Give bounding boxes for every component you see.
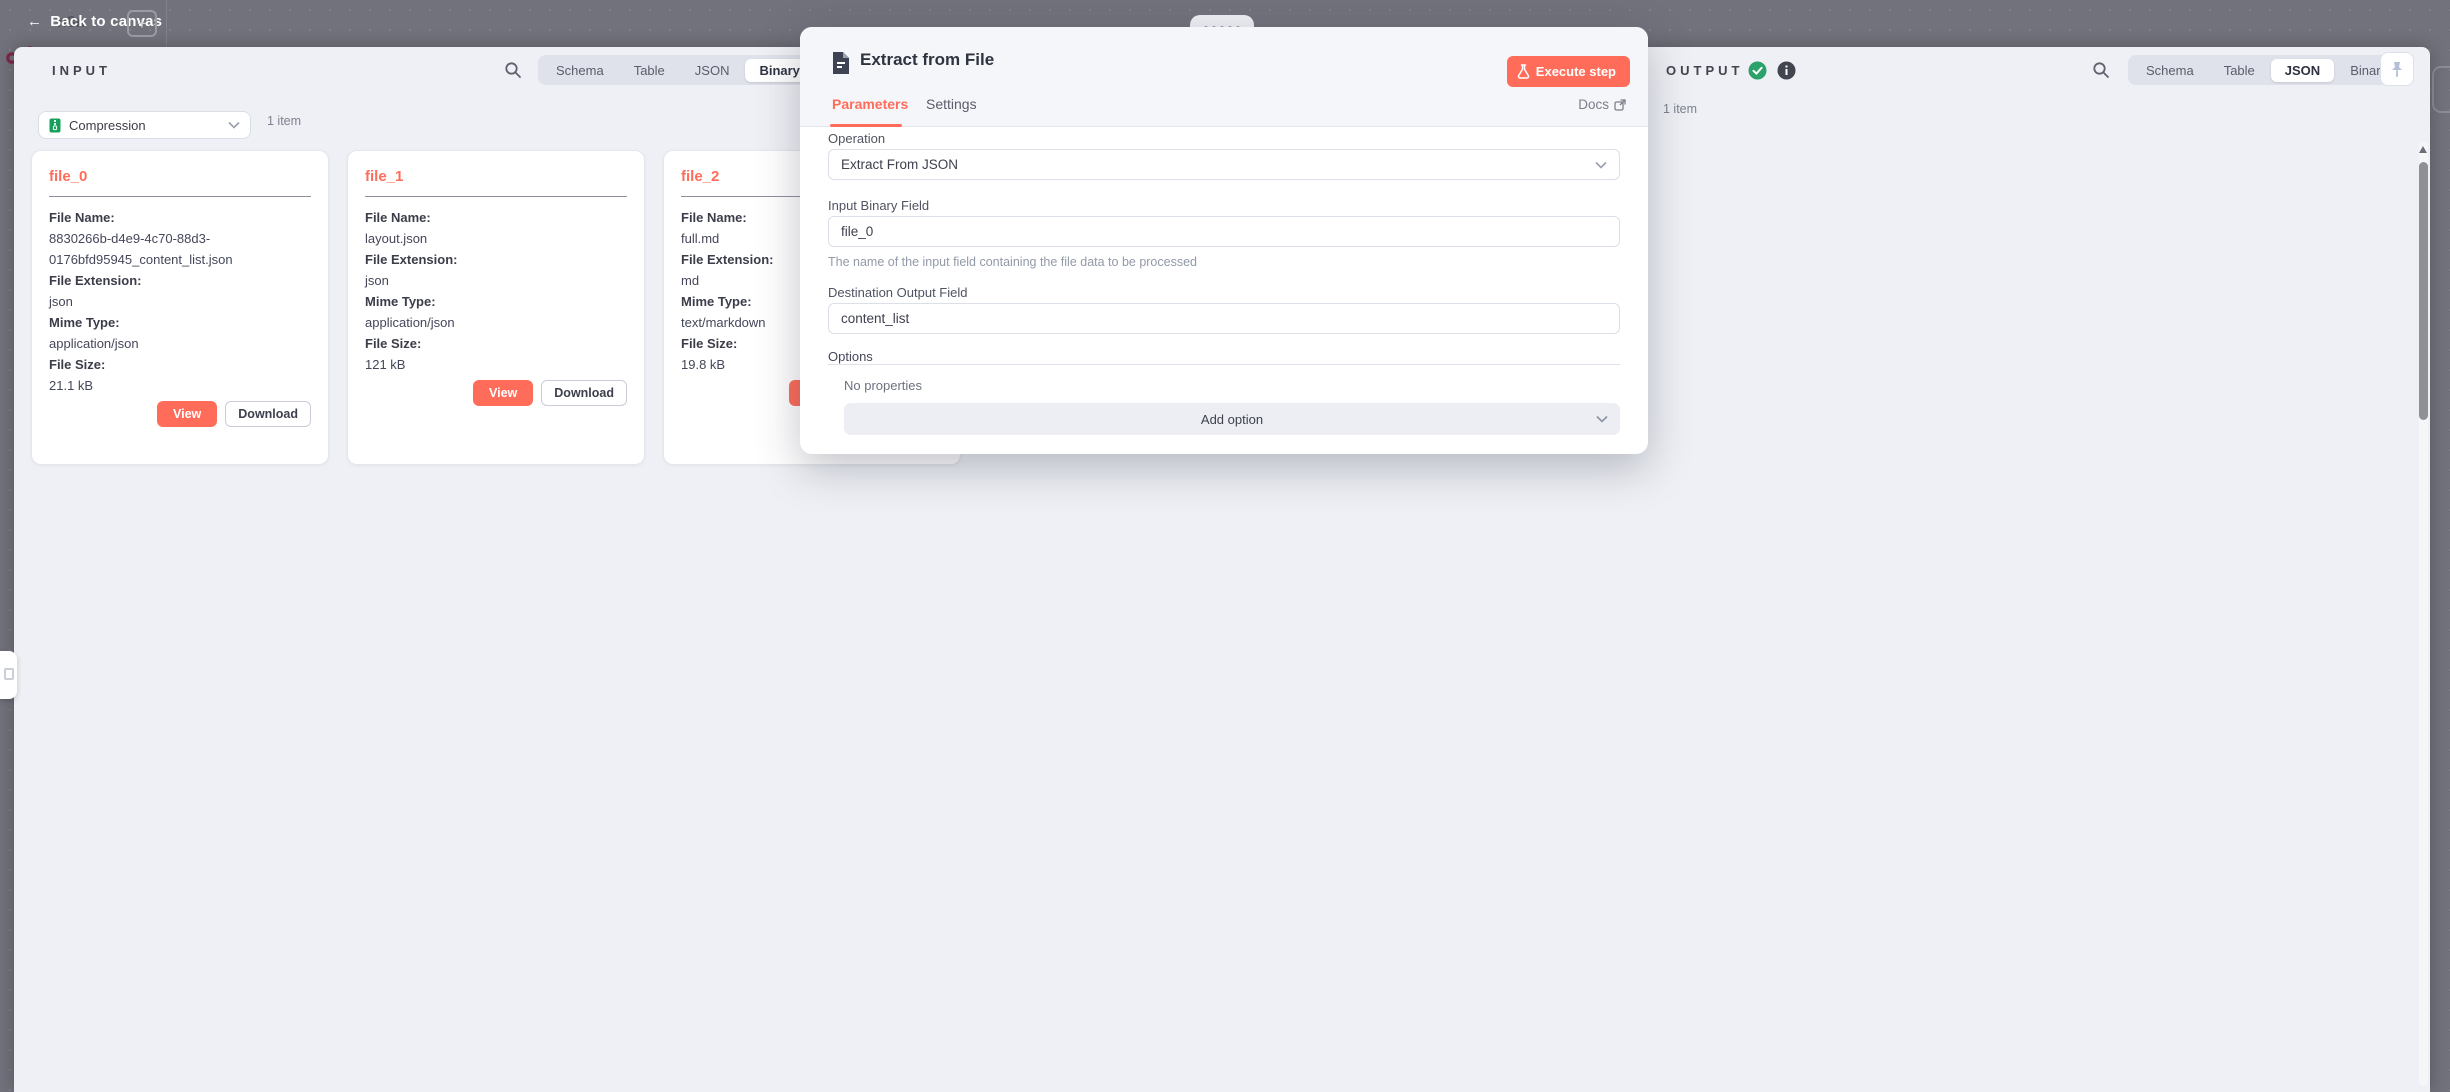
file-size-value: 21.1 kB [49,378,93,393]
output-items-count: 1 item [1663,102,1697,116]
output-search-icon[interactable] [2092,61,2110,79]
destination-output-input[interactable]: content_list [828,303,1620,334]
input-tab-schema[interactable]: Schema [542,59,618,82]
input-search-icon[interactable] [504,61,522,79]
flask-icon [1517,64,1530,79]
canvas-control-fragment [2432,66,2450,113]
file-name-value: full.md [681,231,719,246]
info-icon[interactable] [1777,61,1796,80]
mime-type-label: Mime Type: [681,294,752,309]
mime-type-value: application/json [365,315,455,330]
scrollbar-thumb[interactable] [2419,162,2428,420]
options-divider [828,364,1620,365]
file-size-value: 19.8 kB [681,357,725,372]
options-label: Options [828,349,873,364]
input-items-count: 1 item [267,114,301,128]
file-extension-value: json [365,273,389,288]
destination-output-label: Destination Output Field [828,285,967,300]
external-link-icon [1614,99,1626,111]
pin-icon [2389,61,2405,78]
topbar-divider [166,0,167,47]
modal-header: Extract from File Execute step Parameter… [800,27,1648,127]
file-size-label: File Size: [365,336,421,351]
left-flyout-handle[interactable] [0,651,17,699]
zip-file-icon [49,118,61,133]
input-view-tabs: Schema Table JSON Binary [538,55,818,85]
view-button[interactable]: View [473,380,533,406]
add-option-select[interactable]: Add option [844,403,1620,435]
output-tab-json[interactable]: JSON [2271,59,2334,82]
file-extension-value: json [49,294,73,309]
extract-from-file-modal: Extract from File Execute step Parameter… [800,27,1648,454]
tab-parameters[interactable]: Parameters [832,96,908,112]
add-option-label: Add option [1201,412,1263,427]
mime-type-label: Mime Type: [365,294,436,309]
chevron-down-icon [1596,415,1608,423]
file-name-label: File Name: [681,210,747,225]
input-binary-help-text: The name of the input field containing t… [828,255,1197,269]
input-tab-table[interactable]: Table [620,59,679,82]
chevron-down-icon [228,121,240,129]
operation-label: Operation [828,131,885,146]
mime-type-value: text/markdown [681,315,766,330]
file-name-label: File Name: [365,210,431,225]
file-size-value: 121 kB [365,357,405,372]
flyout-icon [4,668,14,680]
download-button[interactable]: Download [541,380,627,406]
input-panel-title: INPUT [52,63,111,78]
extract-file-node-icon [830,51,852,75]
file-extension-label: File Extension: [681,252,773,267]
output-tab-table[interactable]: Table [2210,59,2269,82]
card-divider [49,196,311,197]
file-size-label: File Size: [681,336,737,351]
scroll-up-arrow[interactable] [2419,146,2427,153]
add-tab-button[interactable]: + [127,10,157,37]
file-meta: File Name: 8830266b-d4e9-4c70-88d3-0176b… [49,207,311,396]
pin-data-button[interactable] [2380,52,2414,86]
operation-value: Extract From JSON [841,157,958,172]
input-binary-field-value: file_0 [841,224,873,239]
docs-link[interactable]: Docs [1578,97,1626,112]
options-empty-text: No properties [844,378,922,393]
file-name-value: layout.json [365,231,427,246]
back-arrow-icon: ← [27,13,42,30]
operation-select[interactable]: Extract From JSON [828,149,1620,180]
file-size-label: File Size: [49,357,105,372]
success-check-icon [1748,61,1767,80]
output-tab-schema[interactable]: Schema [2132,59,2208,82]
input-binary-field-label: Input Binary Field [828,198,929,213]
chevron-down-icon [1595,161,1607,169]
file-extension-label: File Extension: [49,273,141,288]
output-panel-title: OUTPUT [1666,63,1743,78]
file-extension-value: md [681,273,699,288]
file-title: file_0 [49,168,311,185]
file-name-value: 8830266b-d4e9-4c70-88d3-0176bfd95945_con… [49,231,233,267]
download-button[interactable]: Download [225,401,311,427]
json-scrollbar[interactable] [2419,142,2428,1086]
file-card-1: file_1 File Name: layout.json File Exten… [347,150,645,465]
execute-step-label: Execute step [1536,64,1616,79]
file-title: file_1 [365,168,627,185]
modal-title: Extract from File [860,50,994,70]
file-meta: File Name: layout.json File Extension: j… [365,207,627,375]
input-source-label: Compression [69,118,228,133]
file-card-0: file_0 File Name: 8830266b-d4e9-4c70-88d… [31,150,329,465]
input-tab-json[interactable]: JSON [681,59,744,82]
file-name-label: File Name: [49,210,115,225]
input-binary-field-input[interactable]: file_0 [828,216,1620,247]
destination-output-value: content_list [841,311,909,326]
docs-label: Docs [1578,97,1609,112]
card-divider [365,196,627,197]
input-source-select[interactable]: Compression [38,111,251,139]
file-extension-label: File Extension: [365,252,457,267]
view-button[interactable]: View [157,401,217,427]
output-view-tabs: Schema Table JSON Binary [2128,55,2405,85]
mime-type-label: Mime Type: [49,315,120,330]
execute-step-button[interactable]: Execute step [1507,56,1630,87]
tab-settings[interactable]: Settings [926,96,977,112]
mime-type-value: application/json [49,336,139,351]
